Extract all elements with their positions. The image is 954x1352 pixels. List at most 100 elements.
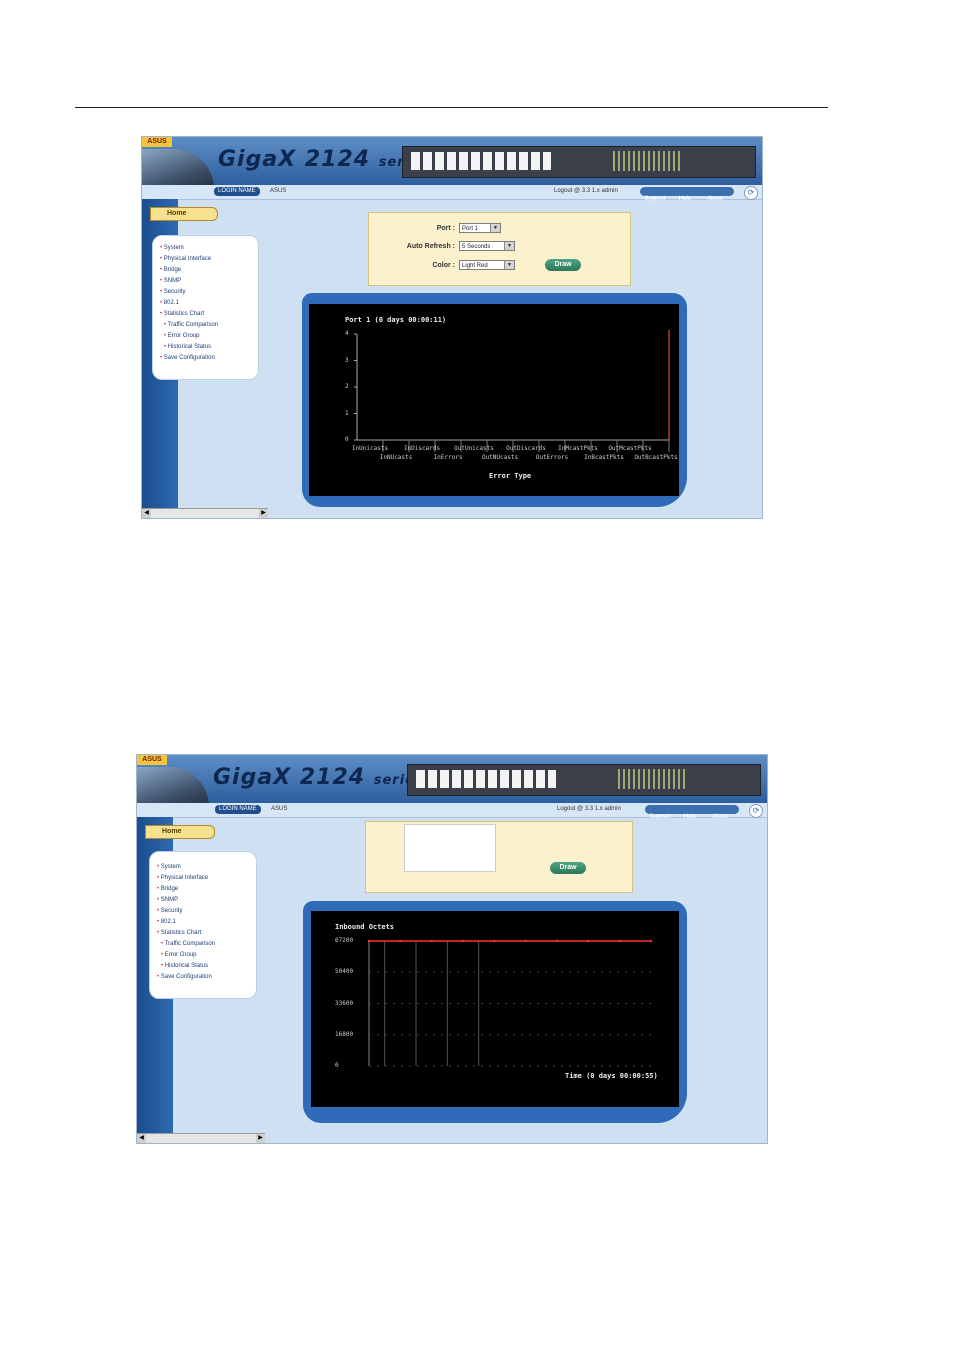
data-point bbox=[555, 939, 559, 943]
header-banner: ASUS GigaX 2124 series bbox=[142, 137, 762, 195]
menu-item[interactable]: Save Configuration bbox=[160, 353, 258, 364]
historical-status-chart: Inbound Octets Time (0 days 00:00:55) 67… bbox=[311, 911, 679, 1107]
user-name: ASUS bbox=[271, 806, 288, 812]
menu-item[interactable]: 802.1 bbox=[160, 298, 258, 309]
x-category-label: InBcastPkts bbox=[584, 454, 624, 461]
data-point bbox=[399, 939, 402, 943]
switch-front-panel bbox=[402, 146, 756, 178]
scroll-right-icon[interactable]: ▶ bbox=[256, 1134, 265, 1143]
menu-item[interactable]: System bbox=[157, 862, 256, 873]
menu-item[interactable]: System bbox=[160, 243, 258, 254]
nav-support[interactable]: Support bbox=[640, 195, 670, 204]
top-nav: Support Help About bbox=[645, 805, 739, 820]
y-tick-label: 16800 bbox=[335, 1030, 354, 1038]
color-select[interactable]: Light Red bbox=[459, 260, 515, 270]
y-tick-label: 33600 bbox=[335, 999, 354, 1007]
chart-svg bbox=[354, 330, 670, 452]
x-category-label: InMcastPkts bbox=[558, 445, 598, 452]
y-tick-label: 2 bbox=[345, 383, 349, 390]
menu-item[interactable]: Error Group bbox=[157, 950, 256, 961]
menu-item[interactable]: SNMP bbox=[157, 895, 256, 906]
y-tick-label: 67200 bbox=[335, 937, 354, 944]
menu-item[interactable]: Traffic Comparison bbox=[160, 320, 258, 331]
nav-about[interactable]: About bbox=[700, 195, 730, 204]
sidebar-menu: SystemPhysical InterfaceBridgeSNMPSecuri… bbox=[152, 235, 259, 380]
x-category-label: InNUcasts bbox=[379, 454, 413, 461]
scroll-left-icon[interactable]: ◀ bbox=[137, 1134, 146, 1143]
query-form: Port : Port 1 Auto Refresh : 5 Seconds C… bbox=[368, 212, 631, 286]
y-tick-label: 50400 bbox=[335, 968, 354, 976]
port-grid bbox=[411, 152, 551, 170]
x-category-label: OutUnicasts bbox=[454, 445, 494, 452]
menu-item[interactable]: Security bbox=[160, 287, 258, 298]
error-group-chart: Port 1 (0 days 00:00:11) Error Type 4321… bbox=[309, 304, 679, 496]
port-select[interactable]: Port 1 bbox=[459, 223, 501, 233]
horizontal-scrollbar[interactable]: ◀ ▶ bbox=[142, 508, 268, 518]
x-category-label: OutNUcasts bbox=[481, 454, 519, 461]
status-bar: LOGIN NAME ASUS Logout @ 3.3 1.x admin S… bbox=[142, 185, 762, 202]
data-point bbox=[430, 939, 433, 943]
asus-badge: ASUS bbox=[137, 755, 167, 765]
menu-item[interactable]: 802.1 bbox=[157, 917, 256, 928]
login-name-pill: LOGIN NAME bbox=[214, 187, 260, 196]
menu-item[interactable]: Security bbox=[157, 906, 256, 917]
data-point bbox=[367, 939, 371, 943]
product-logo: GigaX 2124 series bbox=[218, 147, 428, 172]
menu-item[interactable]: Historical Status bbox=[160, 342, 258, 353]
nav-about[interactable]: About bbox=[705, 813, 735, 822]
menu-item[interactable]: Bridge bbox=[160, 265, 258, 276]
menu-item[interactable]: Physical Interface bbox=[160, 254, 258, 265]
menu-list: SystemPhysical InterfaceBridgeSNMPSecuri… bbox=[150, 852, 256, 983]
home-tab[interactable]: Home bbox=[150, 207, 218, 221]
scroll-left-icon[interactable]: ◀ bbox=[142, 509, 151, 518]
screenshot-error-group: ASUS GigaX 2124 series LOGIN NAME ASUS L… bbox=[141, 136, 763, 519]
menu-item[interactable]: Historical Status bbox=[157, 961, 256, 972]
chart-svg bbox=[367, 939, 653, 1067]
refresh-icon[interactable]: ⟳ bbox=[749, 804, 763, 818]
status-bar: LOGIN NAME ASUS Logout @ 3.3 1.x admin S… bbox=[137, 803, 767, 820]
sidebar-menu: SystemPhysical InterfaceBridgeSNMPSecuri… bbox=[149, 851, 257, 999]
product-logo: GigaX 2124 series bbox=[213, 765, 424, 790]
menu-item[interactable]: Physical Interface bbox=[157, 873, 256, 884]
x-category-label: OutErrors bbox=[535, 454, 569, 461]
nav-help[interactable]: Help bbox=[670, 195, 700, 204]
x-category-label: InUnicasts bbox=[351, 445, 389, 452]
menu-list: SystemPhysical InterfaceBridgeSNMPSecuri… bbox=[153, 236, 258, 364]
top-nav: Support Help About bbox=[640, 187, 734, 202]
draw-button[interactable]: Draw bbox=[550, 862, 586, 874]
login-name-pill: LOGIN NAME bbox=[215, 805, 261, 814]
menu-item[interactable]: SNMP bbox=[160, 276, 258, 287]
refresh-select[interactable]: 5 Seconds bbox=[459, 241, 515, 251]
menu-item[interactable]: Traffic Comparison bbox=[157, 939, 256, 950]
menu-item[interactable]: Statistics Chart bbox=[157, 928, 256, 939]
scroll-right-icon[interactable]: ▶ bbox=[259, 509, 268, 518]
data-point bbox=[649, 939, 653, 943]
home-tab[interactable]: Home bbox=[145, 825, 215, 839]
refresh-label: Auto Refresh : bbox=[406, 243, 455, 250]
horizontal-scrollbar[interactable]: ◀ ▶ bbox=[137, 1133, 265, 1143]
x-category-label: OutBcastPkts bbox=[634, 454, 678, 461]
x-category-label: InErrors bbox=[433, 454, 463, 461]
dropdown-list-area bbox=[404, 824, 496, 872]
nav-support[interactable]: Support bbox=[645, 813, 675, 822]
data-point bbox=[461, 939, 465, 943]
data-point bbox=[618, 939, 621, 943]
led-indicators bbox=[613, 151, 683, 171]
query-form: Draw bbox=[365, 821, 633, 893]
y-tick-label: 1 bbox=[345, 409, 349, 417]
y-tick-label: 3 bbox=[345, 356, 349, 364]
nav-help[interactable]: Help bbox=[675, 813, 705, 822]
led-indicators bbox=[618, 769, 688, 789]
draw-button[interactable]: Draw bbox=[545, 259, 581, 271]
asus-badge: ASUS bbox=[142, 137, 172, 147]
user-name: ASUS bbox=[270, 188, 287, 194]
refresh-icon[interactable]: ⟳ bbox=[744, 186, 758, 200]
menu-item[interactable]: Bridge bbox=[157, 884, 256, 895]
menu-item[interactable]: Save Configuration bbox=[157, 972, 256, 983]
x-category-label: InDiscards bbox=[403, 445, 441, 452]
logout-status[interactable]: Logout @ 3.3 1.x admin bbox=[554, 187, 618, 196]
logout-status[interactable]: Logout @ 3.3 1.x admin bbox=[557, 805, 621, 814]
menu-item[interactable]: Statistics Chart bbox=[160, 309, 258, 320]
menu-item[interactable]: Error Group bbox=[160, 331, 258, 342]
data-point bbox=[587, 939, 590, 943]
